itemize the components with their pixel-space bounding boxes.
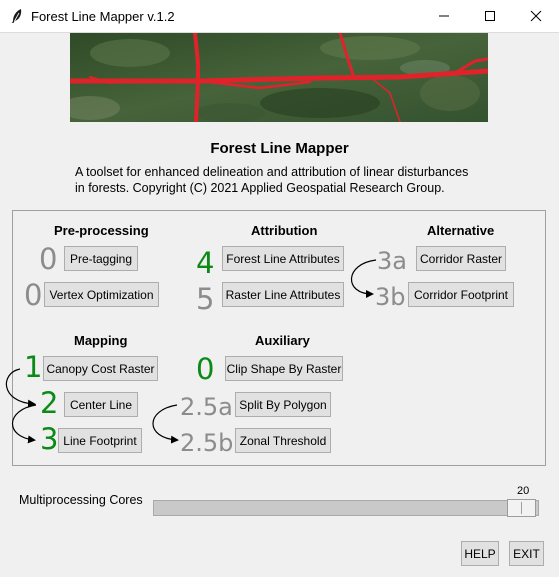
step-number-corridor-footprint: 3b [375,283,406,311]
help-button[interactable]: HELP [461,541,499,566]
step-number-vertex-optimization: 0 [24,278,43,312]
auxiliary-title: Auxiliary [255,333,310,348]
banner-image [70,33,488,122]
multiprocessing-value: 20 [517,485,530,497]
canopy-cost-raster-button[interactable]: Canopy Cost Raster [43,356,158,381]
minimize-button[interactable] [421,0,467,32]
multiprocessing-slider[interactable] [153,500,539,516]
step-number-pretagging: 0 [39,242,58,276]
step-number-forest-line-attributes: 4 [196,246,215,280]
forest-line-attributes-button[interactable]: Forest Line Attributes [222,246,344,271]
mapping-title: Mapping [74,333,128,348]
step-number-zonal-threshold: 2.5b [180,429,234,457]
center-line-button[interactable]: Center Line [64,392,138,417]
corridor-raster-button[interactable]: Corridor Raster [416,246,506,271]
slider-thumb[interactable] [507,499,536,517]
exit-button[interactable]: EXIT [509,541,544,566]
split-by-polygon-button[interactable]: Split By Polygon [235,392,331,417]
pre-tagging-button[interactable]: Pre-tagging [64,246,138,271]
window-title: Forest Line Mapper v.1.2 [31,9,175,24]
description-line-2: in forests. Copyright (C) 2021 Applied G… [75,181,445,195]
step-number-center-line: 2 [40,386,59,420]
app-description: A toolset for enhanced delineation and a… [75,164,535,196]
step-number-clip-shape: 0 [196,352,215,386]
app-heading: Forest Line Mapper [210,140,349,157]
step-number-corridor-raster: 3a [377,247,407,275]
step-number-canopy-cost-raster: 1 [24,350,43,384]
attribution-title: Attribution [251,223,318,238]
title-bar: Forest Line Mapper v.1.2 [0,0,559,33]
close-icon [530,10,542,22]
minimize-icon [439,15,449,17]
corridor-footprint-button[interactable]: Corridor Footprint [408,282,514,307]
raster-line-attributes-button[interactable]: Raster Line Attributes [222,282,344,307]
vertex-optimization-button[interactable]: Vertex Optimization [44,282,159,307]
alternative-title: Alternative [427,223,495,238]
zonal-threshold-button[interactable]: Zonal Threshold [235,428,331,453]
step-number-line-footprint: 3 [40,422,59,456]
line-footprint-button[interactable]: Line Footprint [58,428,142,453]
preprocessing-title: Pre-processing [54,223,149,238]
maximize-button[interactable] [467,0,513,32]
feather-icon [12,9,22,23]
maximize-icon [485,11,495,21]
description-line-1: A toolset for enhanced delineation and a… [75,165,469,179]
step-number-split-by-polygon: 2.5a [180,393,233,421]
clip-shape-by-raster-button[interactable]: Clip Shape By Raster [225,356,343,381]
step-number-raster-line-attributes: 5 [196,282,215,316]
close-button[interactable] [513,0,559,32]
multiprocessing-label: Multiprocessing Cores [19,493,143,507]
